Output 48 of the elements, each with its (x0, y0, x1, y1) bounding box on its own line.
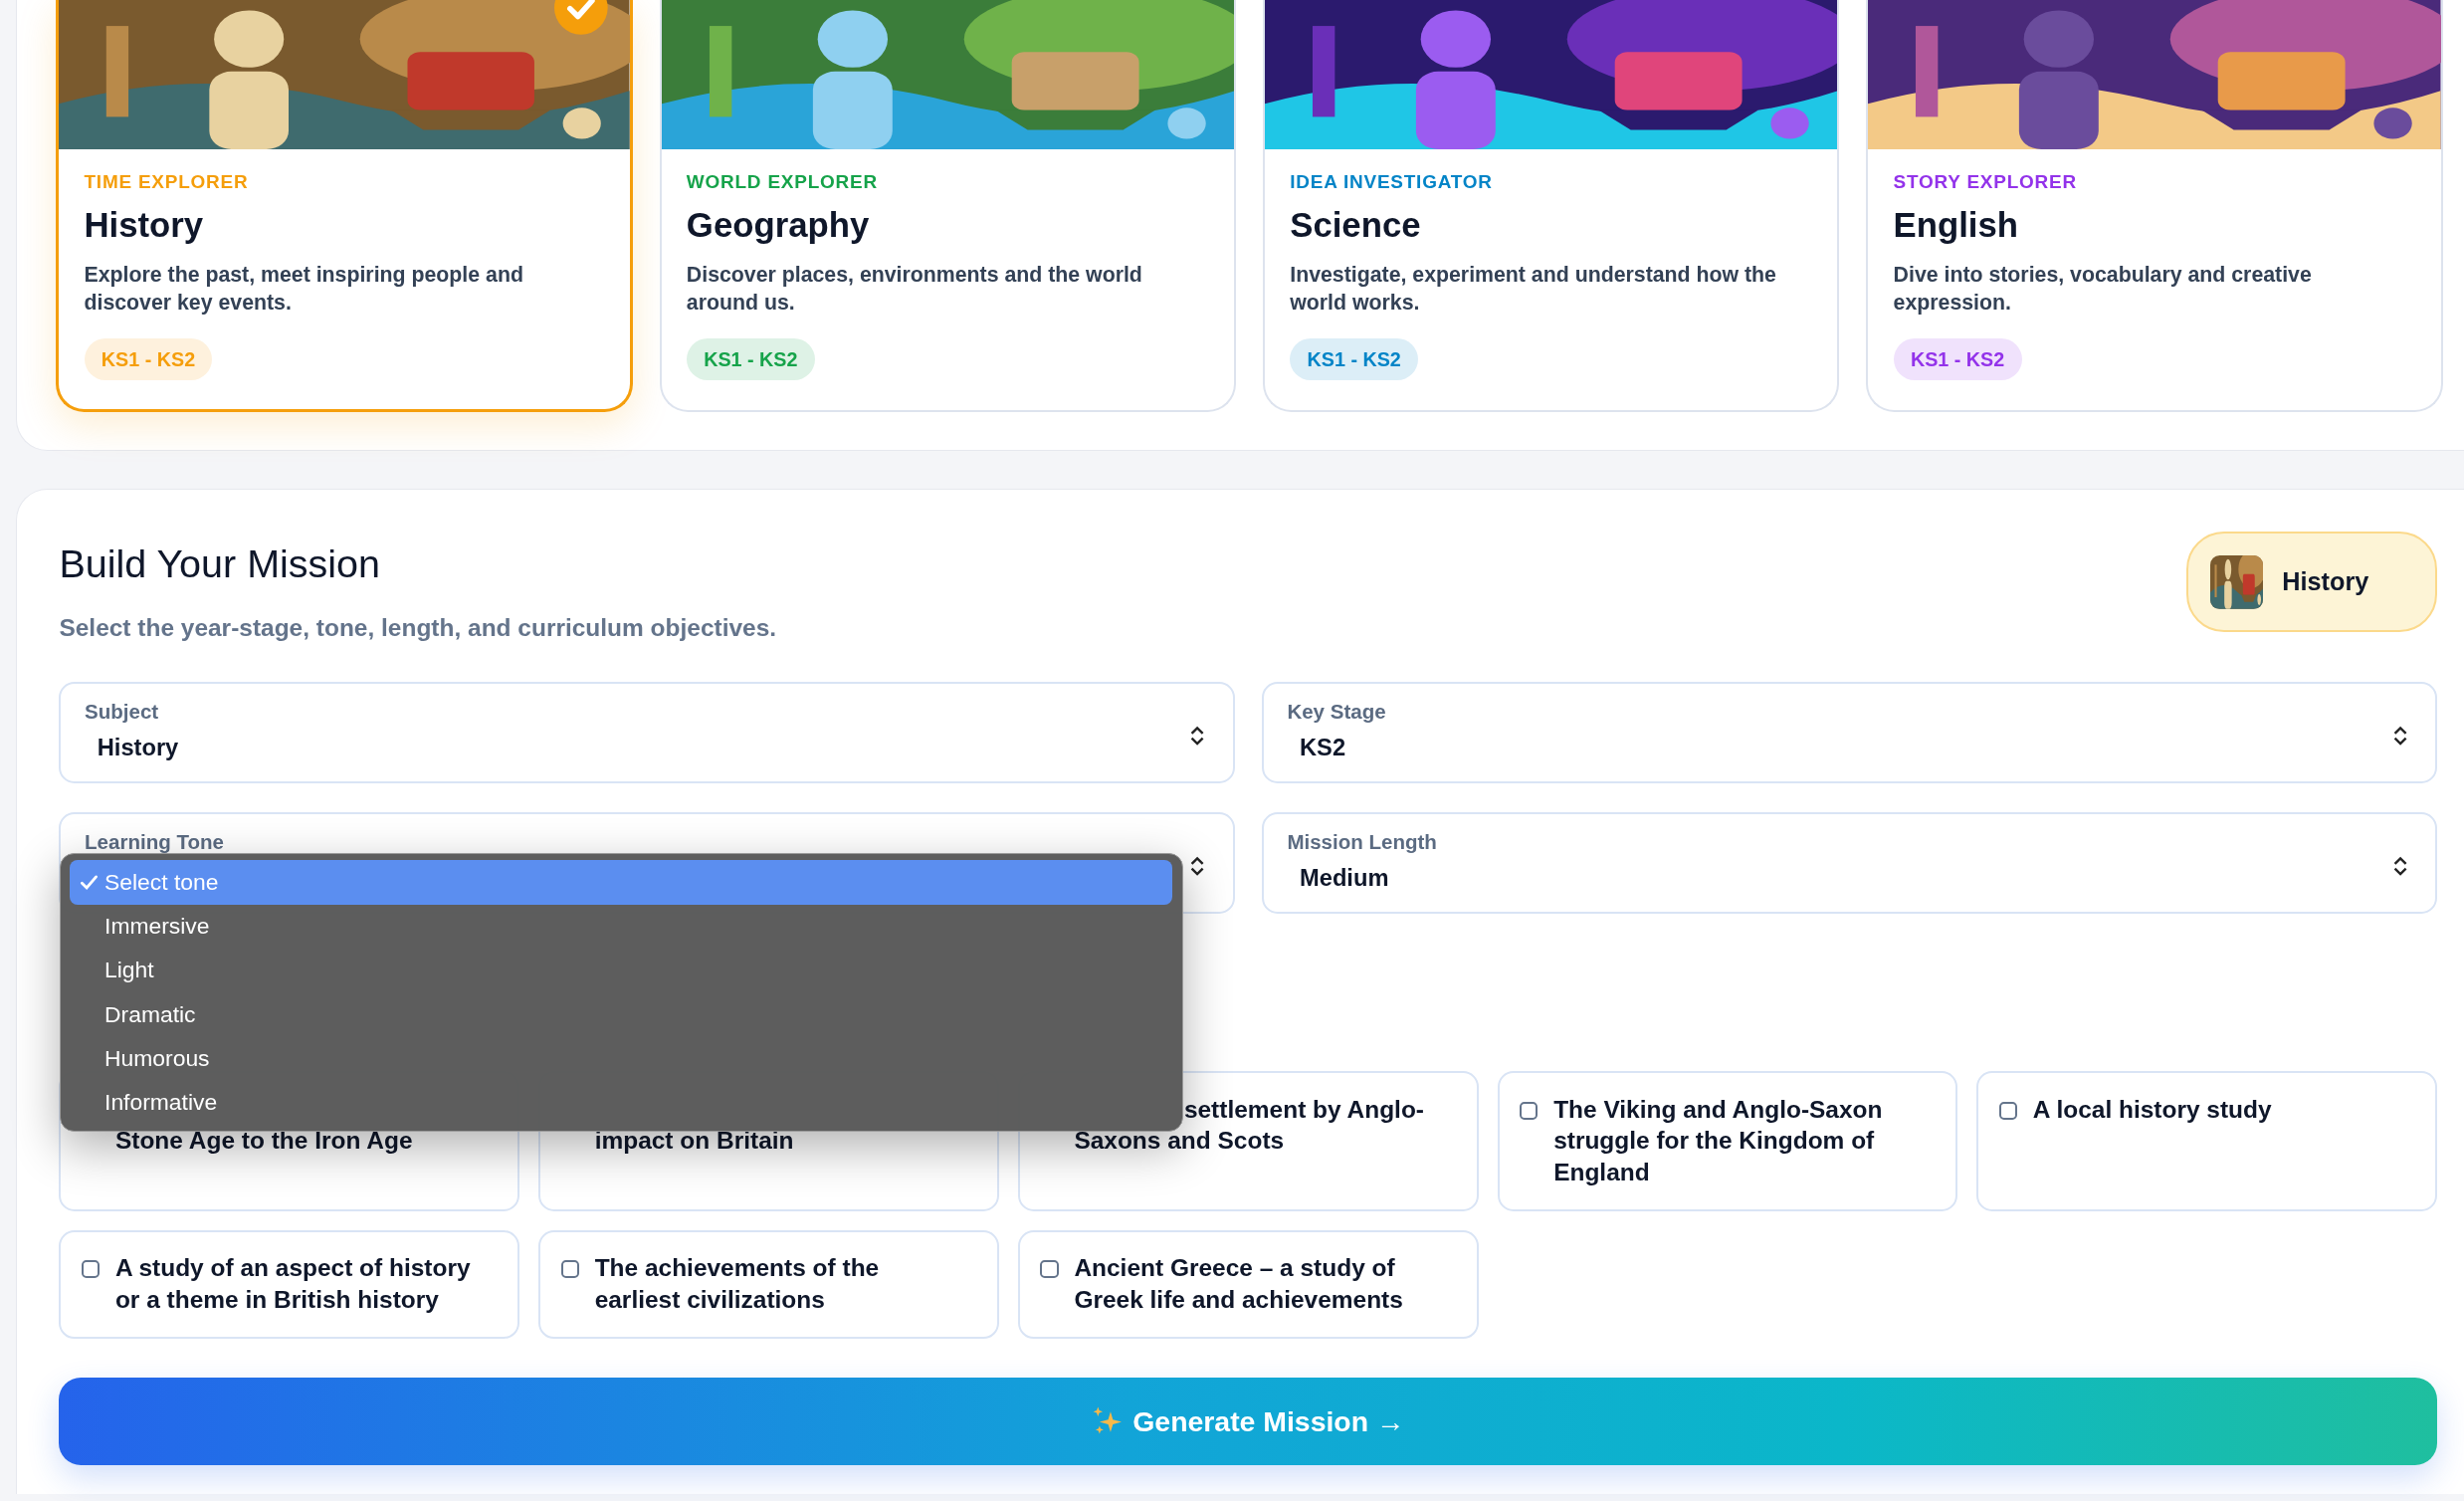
card-description: Explore the past, meet inspiring people and discover key events. (84, 261, 524, 317)
card-title: English (1893, 205, 2019, 245)
subject-card[interactable]: TIME EXPLORER History Explore the past, meet inspiring people and discover key events. KS1 - KS2 (56, 0, 633, 412)
check-icon (79, 873, 99, 892)
checkbox[interactable] (1040, 1260, 1059, 1279)
key-stage-tag: KS1 - KS2 (686, 338, 815, 381)
dropdown-option[interactable]: Immersive (70, 904, 1173, 949)
badge-label: History (2282, 567, 2369, 597)
select-field[interactable]: Mission Length Medium (1261, 811, 2438, 915)
chevron-icon (2392, 856, 2407, 877)
chevron-icon (1190, 726, 1205, 747)
card-category: STORY EXPLORER (1893, 171, 2078, 194)
objective-option[interactable]: Ancient Greece – a study of Greek life and achievements (1017, 1229, 1479, 1339)
checkbox[interactable] (1520, 1101, 1539, 1120)
key-stage-tag: KS1 - KS2 (84, 338, 213, 381)
select-field[interactable]: Subject History (59, 681, 1235, 784)
chevron-icon (1190, 856, 1205, 877)
key-stage-tag: KS1 - KS2 (1290, 338, 1419, 381)
field-label: Key Stage (1287, 700, 1386, 725)
checkbox[interactable] (81, 1260, 101, 1279)
card-category: TIME EXPLORER (84, 171, 250, 194)
objective-option[interactable]: A local history study (1976, 1071, 2438, 1211)
section-title: Build Your Mission (59, 540, 381, 586)
card-title: Science (1290, 205, 1422, 245)
chevron-icon (2392, 726, 2407, 747)
field-label: Learning Tone (85, 830, 224, 855)
card-title: Geography (686, 205, 871, 245)
card-title: History (84, 205, 205, 245)
card-description: Dive into stories, vocabulary and creative expression. (1893, 261, 2313, 317)
card-description: Discover places, environments and the world around us. (686, 261, 1143, 317)
subject-card[interactable]: WORLD EXPLORER Geography Discover places, environments and the world around us. KS1 - KS2 (659, 0, 1237, 412)
select-field[interactable]: Key Stage KS2 (1261, 681, 2438, 784)
card-category: WORLD EXPLORER (686, 171, 879, 194)
subject-card[interactable]: STORY EXPLORER English Dive into stories, vocabulary and creative expression. KS1 - KS2 (1866, 0, 2443, 412)
objective-option[interactable]: A study of an aspect of history or a theme in British history (59, 1229, 520, 1339)
checkbox[interactable] (560, 1260, 579, 1279)
section-subtitle: Select the year-stage, tone, length, and curriculum objectives. (59, 614, 777, 643)
card-description: Investigate, experiment and understand how the world works. (1290, 261, 1777, 317)
card-category: IDEA INVESTIGATOR (1290, 171, 1494, 194)
key-stage-tag: KS1 - KS2 (1893, 338, 2022, 381)
objective-option[interactable]: The Viking and Anglo-Saxon struggle for the Kingdom of England (1497, 1071, 1958, 1211)
field-label: Subject (85, 700, 159, 725)
dropdown-option[interactable]: Light (70, 948, 1173, 992)
checkbox[interactable] (1998, 1101, 2018, 1120)
dropdown-option[interactable]: Dramatic (70, 992, 1173, 1037)
subject-card[interactable]: IDEA INVESTIGATOR Science Investigate, experiment and understand how the world works. KS1 - KS2 (1262, 0, 1840, 412)
field-label: Mission Length (1287, 830, 1437, 855)
objective-option[interactable]: The achievements of the earliest civilizations (538, 1229, 999, 1339)
